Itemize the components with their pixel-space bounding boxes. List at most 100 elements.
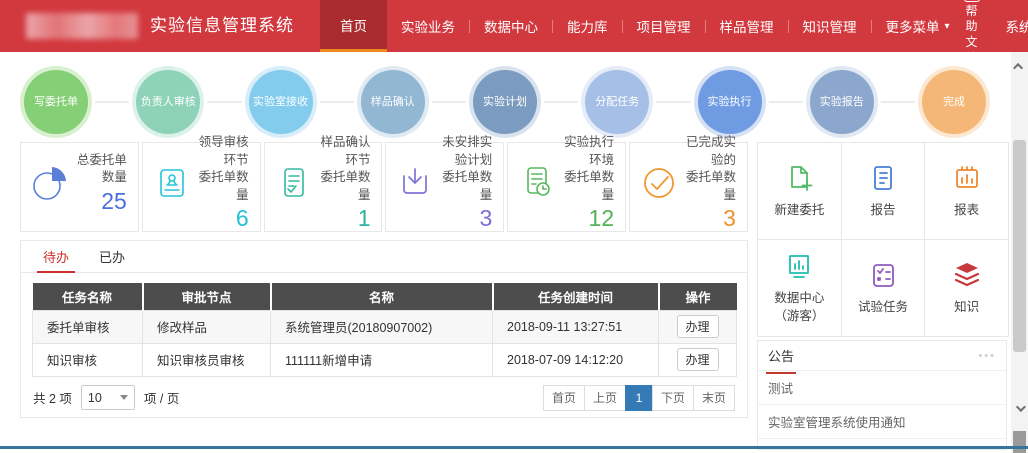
help-label: 帮助文档 <box>964 4 980 66</box>
vertical-scrollbar[interactable] <box>1011 52 1028 453</box>
column-header-name: 名称 <box>271 283 493 310</box>
table-header-row: 任务名称 审批节点 名称 任务创建时间 操作 <box>33 283 737 310</box>
check-circle-icon <box>639 163 681 203</box>
workflow-step-experiment-execute: 实验执行 <box>698 70 762 134</box>
column-header-action: 操作 <box>659 283 737 310</box>
column-header-created-time: 任务创建时间 <box>493 283 659 310</box>
workflow-step-write-order: 写委托单 <box>24 70 88 134</box>
prev-page-button[interactable]: 上页 <box>584 385 626 411</box>
table-row: 委托单审核 修改样品 系统管理员(20180907002) 2018-09-11… <box>33 310 737 343</box>
workflow-connector <box>95 101 129 103</box>
task-checklist-icon <box>868 260 898 290</box>
shortcut-knowledge[interactable]: 知识 <box>924 239 1009 337</box>
shortcut-test-tasks[interactable]: 试验任务 <box>841 239 926 337</box>
column-header-task-name: 任务名称 <box>33 283 143 310</box>
navbar: 实验信息管理系统 首页 实验业务 数据中心 能力库 项目管理 样品管理 知识管理… <box>0 0 1028 52</box>
nav-item-experiment-business[interactable]: 实验业务 <box>387 0 469 52</box>
nav-item-home[interactable]: 首页 <box>320 0 387 52</box>
workflow-step-experiment-report: 实验报告 <box>810 70 874 134</box>
help-docs-button[interactable]: ? 帮助文档 <box>964 0 980 66</box>
stat-card-leader-review[interactable]: 领导审核环节委托单数量 6 <box>142 142 261 232</box>
stat-label: 总委托单数量 <box>72 152 127 187</box>
scroll-down-icon[interactable] <box>1011 400 1028 416</box>
stat-card-executing[interactable]: 实验执行环境委托单数量 12 <box>507 142 626 232</box>
more-options-icon[interactable]: ••• <box>978 350 996 362</box>
last-page-button[interactable]: 末页 <box>693 385 735 411</box>
cell-task-name: 委托单审核 <box>33 310 143 343</box>
first-page-button[interactable]: 首页 <box>543 385 585 411</box>
stat-label: 已完成实验的委托单数量 <box>681 134 736 204</box>
shortcut-data-center-guest[interactable]: 数据中心（游客） <box>757 239 842 337</box>
table-row: 知识审核 知识审核员审核 111111新增申请 2018-07-09 14:12… <box>33 343 737 376</box>
handle-task-button[interactable]: 办理 <box>677 348 719 371</box>
shortcut-report-forms[interactable]: 报表 <box>924 142 1009 240</box>
navbar-right: ? 帮助文档 系统管理员 <box>964 0 1028 52</box>
shortcut-grid: 新建委托 报告 报表 数据中心（游客） 试验任务 知识 <box>757 142 1008 336</box>
cell-task-name: 知识审核 <box>33 343 143 376</box>
shortcut-new-entrust[interactable]: 新建委托 <box>757 142 842 240</box>
cell-name: 系统管理员(20180907002) <box>271 310 493 343</box>
cell-approval-node: 修改样品 <box>143 310 271 343</box>
stat-cards: 总委托单数量 25 领导审核环节委托单数量 6 样品确认环节委托单数量 1 未安… <box>20 142 748 232</box>
bar-chart-icon <box>952 163 982 193</box>
scroll-up-icon[interactable] <box>1011 58 1028 74</box>
cell-action: 办理 <box>659 310 737 343</box>
page-size-select[interactable]: 10 <box>81 385 135 410</box>
nav-item-project-management[interactable]: 项目管理 <box>623 0 705 52</box>
main-nav: 首页 实验业务 数据中心 能力库 项目管理 样品管理 知识管理 更多菜单 ▾ <box>320 0 964 52</box>
cell-name: 111111新增申请 <box>271 343 493 376</box>
workflow-connector <box>881 101 915 103</box>
announcement-item[interactable]: 测试 <box>758 371 1006 405</box>
cell-created-time: 2018-07-09 14:12:20 <box>493 343 659 376</box>
shortcut-label: 知识 <box>954 298 979 316</box>
stamp-icon <box>152 163 194 203</box>
stat-value: 6 <box>194 205 249 232</box>
tab-done[interactable]: 已办 <box>99 241 125 272</box>
stat-card-total-orders[interactable]: 总委托单数量 25 <box>20 142 139 232</box>
stat-value: 12 <box>559 205 614 232</box>
new-entrust-icon <box>784 163 814 193</box>
stat-value: 3 <box>681 205 736 232</box>
stat-card-unscheduled-plan[interactable]: 未安排实验计划委托单数量 3 <box>385 142 504 232</box>
nav-item-more-menu[interactable]: 更多菜单 ▾ <box>872 0 964 52</box>
column-header-approval-node: 审批节点 <box>143 283 271 310</box>
stat-card-sample-confirm[interactable]: 样品确认环节委托单数量 1 <box>264 142 383 232</box>
stat-label: 实验执行环境委托单数量 <box>559 134 614 204</box>
shortcut-label: 新建委托 <box>774 201 824 219</box>
workflow-step-leader-review: 负责人审核 <box>136 70 200 134</box>
page-number-button[interactable]: 1 <box>625 385 653 411</box>
per-page-label: 项 / 页 <box>144 388 179 407</box>
cell-created-time: 2018-09-11 13:27:51 <box>493 310 659 343</box>
scrollbar-segment[interactable] <box>1013 431 1026 453</box>
app-title: 实验信息管理系统 <box>150 0 294 52</box>
task-tabs: 待办 已办 <box>21 241 747 273</box>
caret-down-icon: ▾ <box>945 21 950 32</box>
announcement-item[interactable]: 实验室管理系统使用通知 <box>758 405 1006 439</box>
stat-label: 领导审核环节委托单数量 <box>194 134 249 204</box>
scrollbar-thumb[interactable] <box>1013 140 1026 352</box>
nav-item-sample-management[interactable]: 样品管理 <box>706 0 788 52</box>
next-page-button[interactable]: 下页 <box>652 385 694 411</box>
workflow-step-assign-task: 分配任务 <box>585 70 649 134</box>
knowledge-books-icon <box>952 260 982 290</box>
download-tray-icon <box>395 163 437 203</box>
workflow-connector <box>769 101 803 103</box>
caret-down-icon <box>120 395 128 400</box>
tab-todo[interactable]: 待办 <box>43 241 69 272</box>
stat-label: 样品确认环节委托单数量 <box>316 134 371 204</box>
nav-item-data-center[interactable]: 数据中心 <box>470 0 552 52</box>
handle-task-button[interactable]: 办理 <box>677 315 719 338</box>
task-table: 任务名称 审批节点 名称 任务创建时间 操作 委托单审核 修改样品 系统管理员(… <box>32 283 737 377</box>
nav-item-capability-library[interactable]: 能力库 <box>553 0 622 52</box>
stat-card-completed[interactable]: 已完成实验的委托单数量 3 <box>629 142 748 232</box>
nav-item-knowledge-management[interactable]: 知识管理 <box>789 0 871 52</box>
report-document-icon <box>868 163 898 193</box>
user-menu[interactable]: 系统管理员 <box>1006 16 1028 36</box>
shortcut-label: 数据中心（游客） <box>774 289 824 325</box>
shortcut-report[interactable]: 报告 <box>841 142 926 240</box>
stat-value: 25 <box>72 188 127 215</box>
stat-label: 未安排实验计划委托单数量 <box>437 134 492 204</box>
workflow-step-sample-confirm: 样品确认 <box>361 70 425 134</box>
workflow-connector <box>544 101 578 103</box>
total-count-label: 共 2 项 <box>33 388 72 407</box>
